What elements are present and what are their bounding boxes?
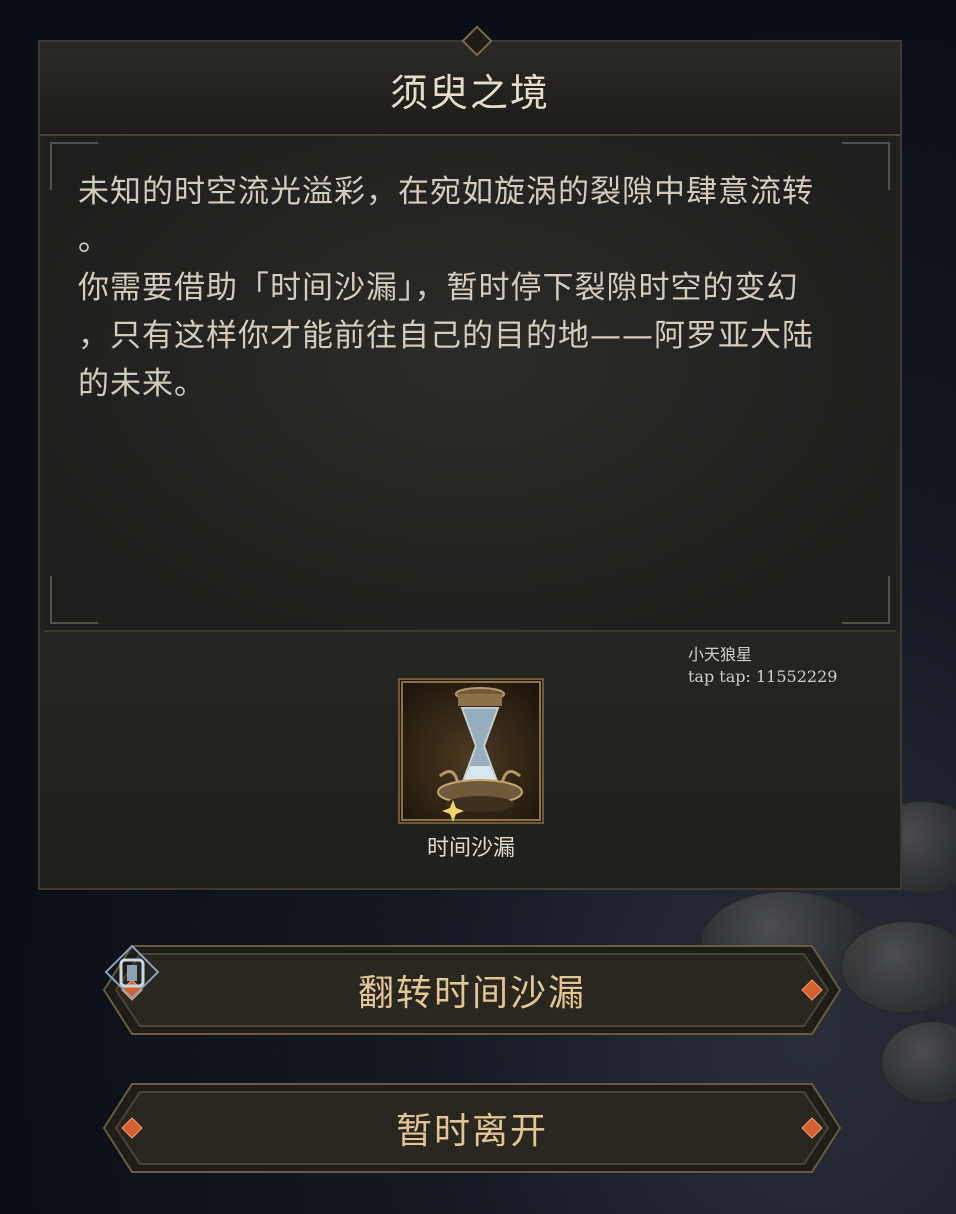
description-line: 你需要借助「时间沙漏」，暂时停下裂隙时空的变幻 bbox=[78, 270, 799, 306]
flip-hourglass-label: 翻转时间沙漏 bbox=[357, 973, 586, 1014]
event-dialog: 须臾之境 未知的时空流光溢彩，在宛如旋涡的裂隙中肆意流转 。 你需要借助「时间沙… bbox=[38, 25, 902, 890]
watermark-id: tap tap: 11552229 bbox=[688, 667, 838, 686]
corner-ornament bbox=[842, 576, 890, 624]
description-line: 未知的时空流光溢彩，在宛如旋涡的裂隙中肆意流转 bbox=[78, 174, 814, 210]
dialog-description: 未知的时空流光溢彩，在宛如旋涡的裂隙中肆意流转 。 你需要借助「时间沙漏」，暂时… bbox=[78, 168, 868, 408]
description-line: 。 bbox=[78, 222, 110, 258]
description-line: ，只有这样你才能前往自己的目的地——阿罗亚大陆 bbox=[78, 318, 814, 354]
reward-item-label: 时间沙漏 bbox=[426, 836, 515, 861]
leave-label: 暂时离开 bbox=[395, 1111, 548, 1152]
header-ornament bbox=[461, 25, 493, 57]
hourglass-icon bbox=[401, 681, 541, 822]
corner-ornament bbox=[50, 576, 98, 624]
description-line: 的未来。 bbox=[78, 366, 206, 402]
reward-item-slot[interactable] bbox=[398, 678, 544, 824]
watermark-name: 小天狼星 bbox=[688, 645, 753, 664]
reward-area: 小天狼星 tap tap: 11552229 时间沙漏 bbox=[40, 632, 900, 888]
leave-button[interactable]: 暂时离开 bbox=[102, 1080, 842, 1176]
watermark: 小天狼星 tap tap: 11552229 bbox=[688, 644, 837, 688]
flip-hourglass-button[interactable]: 翻转时间沙漏 bbox=[102, 942, 842, 1038]
background-coin bbox=[840, 920, 956, 1014]
background-coin bbox=[880, 1020, 956, 1104]
dialog-title: 须臾之境 bbox=[389, 71, 550, 115]
dialog-header: 须臾之境 bbox=[40, 25, 900, 136]
